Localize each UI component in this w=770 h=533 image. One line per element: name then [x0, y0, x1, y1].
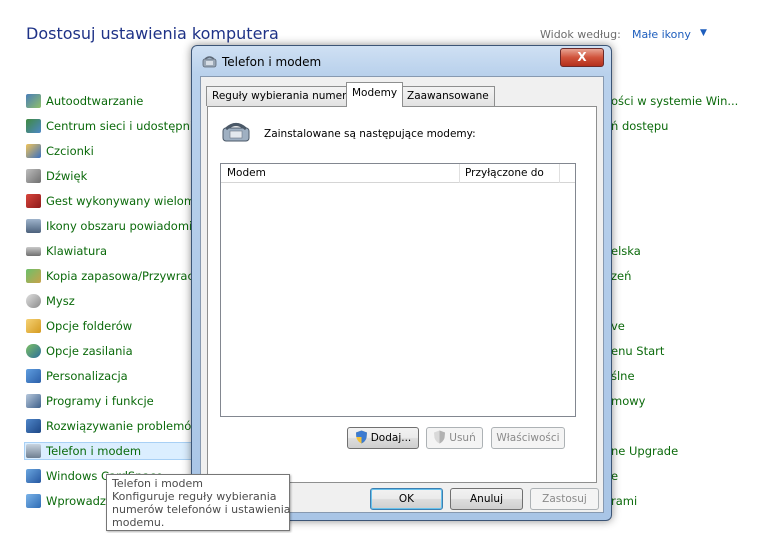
power-icon: [26, 344, 41, 358]
cp-right-item[interactable]: ości w systemie Win...: [611, 94, 738, 108]
cp-right-item[interactable]: e: [611, 469, 618, 483]
installed-modems-label: Zainstalowane są następujące modemy:: [264, 128, 476, 140]
cp-item-backup[interactable]: Kopia zapasowa/Przywracanie: [26, 267, 218, 285]
cp-item-label: Personalizacja: [46, 369, 128, 383]
cp-right-item[interactable]: enu Start: [611, 344, 664, 358]
column-header-modem[interactable]: Modem: [221, 164, 459, 183]
cp-item-troubleshooting[interactable]: Rozwiązywanie problemów: [26, 417, 201, 435]
autoplay-icon: [26, 94, 41, 108]
cardspace-icon: [26, 469, 41, 483]
cp-item-label: Czcionki: [46, 144, 94, 158]
getting-started-icon: [26, 494, 41, 508]
keyboard-icon: [26, 246, 41, 256]
cp-item-label: Mysz: [46, 294, 75, 308]
folder-options-icon: [26, 319, 41, 333]
cp-right-item[interactable]: rami: [611, 494, 637, 508]
cp-right-item[interactable]: ń dostępu: [611, 119, 668, 133]
cp-item-label: Dźwięk: [46, 169, 88, 183]
cp-right-item[interactable]: elska: [611, 244, 641, 258]
programs-icon: [26, 394, 41, 408]
list-header: Modem Przyłączone do: [221, 164, 575, 183]
cp-item-label: Rozwiązywanie problemów: [46, 419, 201, 433]
cp-item-label: Opcje zasilania: [46, 344, 133, 358]
tooltip-line: Konfiguruje reguły wybierania: [112, 490, 277, 503]
cp-item-power[interactable]: Opcje zasilania: [26, 342, 133, 360]
tab-dialing-rules[interactable]: Reguły wybierania numeru: [206, 86, 360, 106]
cp-item-folder-options[interactable]: Opcje folderów: [26, 317, 132, 335]
ok-button[interactable]: OK: [370, 488, 443, 510]
tab-modems[interactable]: Modemy: [346, 82, 404, 107]
view-by-label: Widok według:: [540, 28, 621, 41]
cp-item-label: Programy i funkcje: [46, 394, 154, 408]
cp-item-phone-modem[interactable]: Telefon i modem: [24, 442, 192, 460]
cp-item-mouse[interactable]: Mysz: [26, 292, 75, 310]
close-button[interactable]: X: [560, 48, 604, 67]
column-separator[interactable]: [559, 164, 560, 183]
page-title: Dostosuj ustawienia komputera: [26, 24, 279, 43]
cp-item-sound[interactable]: Dźwięk: [26, 167, 87, 185]
cp-right-item[interactable]: ślne: [611, 369, 635, 383]
backup-icon: [26, 269, 41, 283]
tab-advanced[interactable]: Zaawansowane: [401, 86, 495, 106]
phone-modem-icon: [26, 444, 41, 458]
cp-item-keyboard[interactable]: Klawiatura: [26, 242, 107, 260]
cp-item-autoplay[interactable]: Autoodtwarzanie: [26, 92, 143, 110]
mouse-icon: [26, 294, 41, 308]
cp-item-notification-icons[interactable]: Ikony obszaru powiadomień: [26, 217, 207, 235]
notification-icon: [26, 219, 41, 233]
add-button-label: Dodaj...: [370, 432, 412, 444]
view-by-dropdown[interactable]: Małe ikony: [632, 28, 691, 41]
phone-icon: [222, 123, 250, 142]
cp-item-programs[interactable]: Programy i funkcje: [26, 392, 154, 410]
tooltip-line: numerów telefonów i ustawienia: [112, 503, 291, 516]
cp-item-network[interactable]: Centrum sieci i udostępniania: [26, 117, 218, 135]
modems-tab-panel: Zainstalowane są następujące modemy: Mod…: [207, 106, 597, 483]
personalization-icon: [26, 369, 41, 383]
cp-right-item[interactable]: zeń: [611, 269, 631, 283]
troubleshoot-icon: [26, 419, 41, 433]
phone-modem-icon: [202, 56, 217, 68]
item-tooltip: Telefon i modem Konfiguruje reguły wybie…: [106, 474, 291, 531]
tooltip-title: Telefon i modem: [112, 477, 203, 490]
cancel-button[interactable]: Anuluj: [450, 488, 523, 510]
cp-item-label: Autoodtwarzanie: [46, 94, 144, 108]
fonts-icon: [26, 144, 41, 158]
column-header-attached-to[interactable]: Przyłączone do: [459, 164, 559, 183]
dialog-title: Telefon i modem: [222, 55, 322, 69]
cp-right-item[interactable]: ve: [611, 319, 625, 333]
tooltip-line: modemu.: [112, 516, 165, 529]
cp-item-label: Klawiatura: [46, 244, 108, 258]
cp-item-label: Opcje folderów: [46, 319, 133, 333]
chevron-down-icon[interactable]: ▼: [700, 28, 707, 38]
remove-button[interactable]: Usuń: [426, 427, 483, 449]
uac-shield-icon: [434, 430, 446, 444]
cp-right-item[interactable]: mowy: [611, 394, 645, 408]
network-icon: [26, 119, 41, 133]
gesture-icon: [26, 194, 41, 208]
remove-button-label: Usuń: [449, 432, 476, 444]
cp-item-personalization[interactable]: Personalizacja: [26, 367, 128, 385]
cp-item-fonts[interactable]: Czcionki: [26, 142, 94, 160]
properties-button[interactable]: Właściwości: [491, 427, 565, 449]
cp-item-label: Ikony obszaru powiadomień: [46, 219, 207, 233]
dialog-client: Reguły wybierania numeru Modemy Zaawanso…: [200, 76, 604, 513]
cp-right-item[interactable]: ne Upgrade: [611, 444, 678, 458]
uac-shield-icon: [355, 430, 367, 444]
cp-item-label: Telefon i modem: [46, 444, 142, 458]
apply-button[interactable]: Zastosuj: [530, 488, 599, 510]
modem-list[interactable]: Modem Przyłączone do: [220, 163, 576, 417]
add-button[interactable]: Dodaj...: [347, 427, 419, 449]
phone-modem-dialog: Telefon i modem X Reguły wybierania nume…: [191, 45, 612, 521]
speaker-icon: [26, 169, 41, 183]
